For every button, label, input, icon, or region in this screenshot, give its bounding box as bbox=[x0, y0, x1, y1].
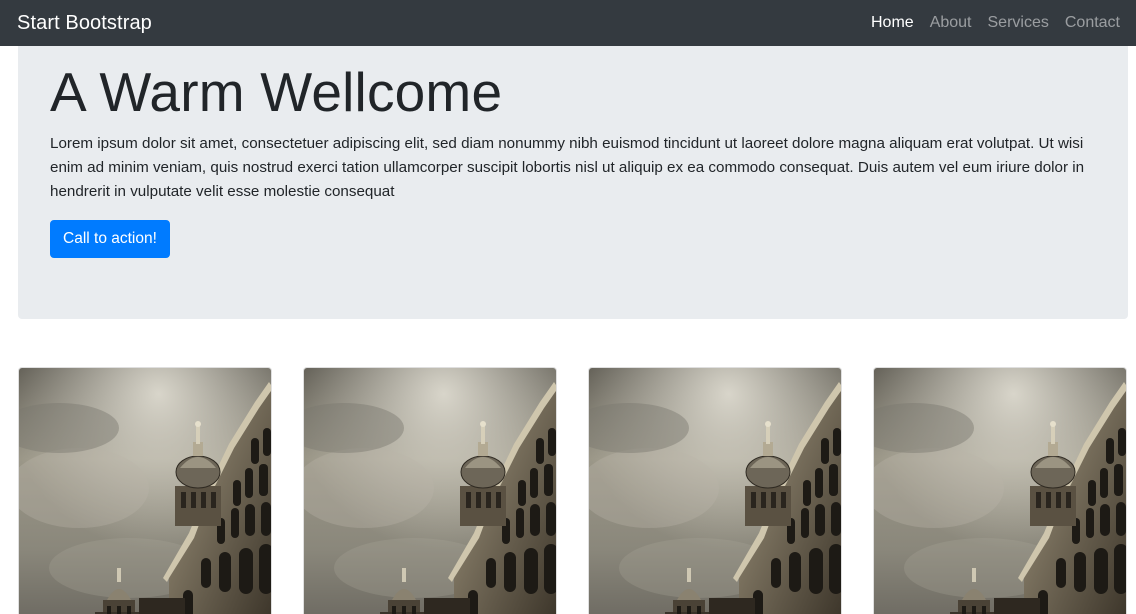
nav-link-home[interactable]: Home bbox=[871, 14, 914, 32]
card-1[interactable] bbox=[18, 367, 272, 614]
navbar: Start Bootstrap Home About Services Cont… bbox=[0, 0, 1136, 46]
card-row bbox=[18, 367, 1128, 614]
hero-jumbotron: A Warm Wellcome Lorem ipsum dolor sit am… bbox=[18, 46, 1128, 319]
hero-lead-text: Lorem ipsum dolor sit amet, consectetuer… bbox=[50, 134, 1085, 200]
card-3[interactable] bbox=[588, 367, 842, 614]
card-4[interactable] bbox=[873, 367, 1127, 614]
nav-link-services[interactable]: Services bbox=[988, 14, 1049, 32]
nav-link-about[interactable]: About bbox=[930, 14, 972, 32]
building-photo-image bbox=[874, 368, 1126, 614]
building-photo-image bbox=[19, 368, 271, 614]
hero-title: A Warm Wellcome bbox=[50, 61, 503, 123]
call-to-action-button[interactable]: Call to action! bbox=[50, 219, 170, 258]
brand-link[interactable]: Start Bootstrap bbox=[17, 13, 152, 33]
building-photo-image bbox=[304, 368, 556, 614]
card-2[interactable] bbox=[303, 367, 557, 614]
nav-link-contact[interactable]: Contact bbox=[1065, 14, 1120, 32]
nav-links: Home About Services Contact bbox=[871, 14, 1120, 32]
building-photo-image bbox=[589, 368, 841, 614]
